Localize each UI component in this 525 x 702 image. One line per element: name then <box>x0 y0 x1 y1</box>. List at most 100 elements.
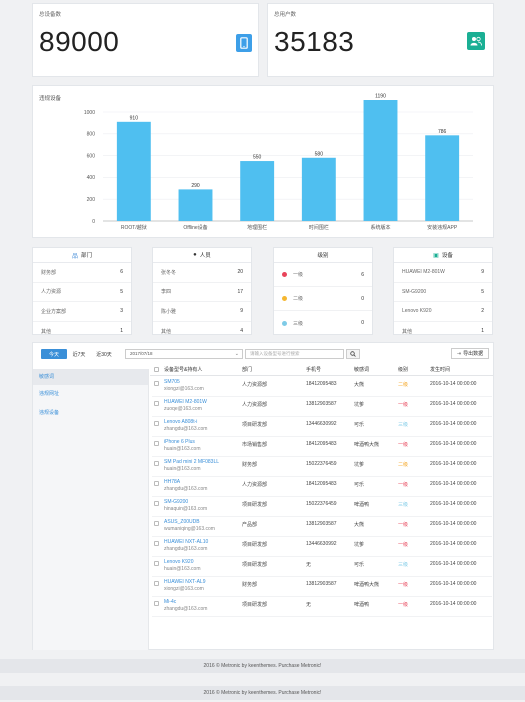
device-model-link[interactable]: HUAWEI NXT-AL9 <box>164 579 206 585</box>
panel-row[interactable]: Lenovo K920 2 <box>394 302 492 322</box>
x-tick-label: 系统版本 <box>370 224 390 231</box>
panel-row-label: 企业方案部 <box>41 308 66 315</box>
panel-row[interactable]: HUAWEI M2-801W 9 <box>394 263 492 283</box>
device-model-link[interactable]: SM-G9200 <box>164 499 188 505</box>
table-row[interactable]: HUAWEI M2-801W zuoqe@163.com 人力资源部 13812903… <box>152 397 492 417</box>
table-row[interactable]: SM Pad mini 2 MF083LL huain@163.com 财务部 150… <box>152 457 492 477</box>
bar-value-label: 580 <box>315 151 324 157</box>
people-panel-title: 人员 <box>199 253 211 259</box>
row-checkbox[interactable] <box>154 401 159 406</box>
panel-row[interactable]: 其他 4 <box>153 322 251 342</box>
table-row[interactable]: SM-G9200 hinaquin@163.com 项目研发部 15022376459… <box>152 497 492 517</box>
row-checkbox[interactable] <box>154 441 159 446</box>
panel-row-text: 企业方案部 <box>41 308 67 315</box>
panel-row[interactable]: 人力资源 5 <box>33 283 131 302</box>
table-header-divider <box>150 375 493 376</box>
device-model-link[interactable]: Mi-4c <box>164 599 176 605</box>
y-tick-label: 1000 <box>84 110 95 116</box>
panel-row[interactable]: 二级 0 <box>274 287 372 311</box>
dept-cell: 项目研发部 <box>242 502 268 508</box>
date-select-value: 2017/07/18 <box>130 351 153 356</box>
row-checkbox[interactable] <box>154 541 159 546</box>
panel-row[interactable]: 一级 6 <box>274 263 372 287</box>
x-tick-label: 时间围栏 <box>309 224 329 231</box>
x-tick-label: 安装违规APP <box>427 224 458 231</box>
tab-7days[interactable]: 近7天 <box>69 349 89 359</box>
select-all-checkbox[interactable] <box>154 367 159 372</box>
row-checkbox[interactable] <box>154 481 159 486</box>
level-cell: 一级 <box>398 522 409 528</box>
table-row[interactable]: HUAWEI NXT-AL9 xiongzi@163.com 财务部 13812903… <box>152 577 492 597</box>
panel-row[interactable]: 张冬冬 20 <box>153 263 251 283</box>
tab-today[interactable]: 今天 <box>41 349 67 359</box>
table-row[interactable]: Lenovo K920 huain@163.com 项目研发部 无 可乐 三级 2016-1… <box>152 557 492 577</box>
panel-row[interactable]: 其他 1 <box>33 322 131 342</box>
footer-secondary: 2016 © Metronic by keenthemes. Purchase … <box>0 686 525 700</box>
row-checkbox[interactable] <box>154 381 159 386</box>
panel-row-text: 一级 <box>293 272 304 278</box>
device-model-link[interactable]: Lenovo K920 <box>164 559 193 565</box>
row-checkbox[interactable] <box>154 581 159 586</box>
total-users-label: 总用户数 <box>274 12 297 18</box>
sensitive-word-cell: 啤酒鸭 <box>354 602 370 608</box>
bar-value-label: 786 <box>438 129 447 135</box>
table-row[interactable]: HUAWEI NXT-AL10 zhangdu@163.com 项目研发部 13446… <box>152 537 492 557</box>
device-model-link[interactable]: HUAWEI NXT-AL10 <box>164 539 208 545</box>
dept-panel: 品 部门 财务部 6 人力资源 5 企业方案部 3 其他 1 <box>32 247 132 335</box>
panel-row[interactable]: 三级 0 <box>274 311 372 335</box>
bar-value-label: 550 <box>253 155 262 161</box>
table-row[interactable]: Lenovo A808t-i zhangdu@163.com 项目研发部 134466… <box>152 417 492 437</box>
bar-value-label: 910 <box>130 115 139 121</box>
sensitive-word-cell: 坑爹 <box>354 462 365 468</box>
row-checkbox[interactable] <box>154 421 159 426</box>
panel-row[interactable]: 财务部 6 <box>33 263 131 283</box>
device-model-link[interactable]: HH78A <box>164 479 180 485</box>
panel-row[interactable]: 李四 17 <box>153 283 251 302</box>
sensitive-word-cell: 啤酒鸭 <box>354 502 370 508</box>
side-nav-violation-devices[interactable]: 违规设备 <box>33 404 148 423</box>
device-model-link[interactable]: Lenovo A808t-i <box>164 419 197 425</box>
level-dot-icon <box>282 320 287 326</box>
side-nav-sensitive-words[interactable]: 敏感词 <box>33 369 148 385</box>
panel-row-text: 二级 <box>293 296 304 302</box>
export-button[interactable]: ⇥ 导出数据 <box>451 348 489 359</box>
device-model-link[interactable]: SM Pad mini 2 MF083LL <box>164 459 219 465</box>
date-select[interactable]: 2017/07/18 ⌄ <box>125 349 243 359</box>
owner-email: huain@163.com <box>164 446 201 452</box>
panel-row-label: 二级 <box>282 295 303 302</box>
device-model-link[interactable]: SM705 <box>164 379 180 385</box>
dept-cell: 项目研发部 <box>242 422 268 428</box>
table-row[interactable]: SM705 xiongzi@163.com 人力资源部 18412095483 大熊 二级… <box>152 377 492 397</box>
phone-cell: 13812903587 <box>306 581 337 587</box>
panel-row[interactable]: SM-G9200 5 <box>394 283 492 302</box>
search-input[interactable]: 请输入设备型号进行搜索 <box>245 349 344 359</box>
row-checkbox[interactable] <box>154 561 159 566</box>
row-checkbox[interactable] <box>154 601 159 606</box>
panel-row-value: 2 <box>481 308 484 315</box>
row-checkbox[interactable] <box>154 461 159 466</box>
table-row[interactable]: ASUS_Z00UDB wumaniqing@163.com 产品部 13812903… <box>152 517 492 537</box>
table-row[interactable]: iPhone 6 Plus huain@163.com 市场销售部 184120954… <box>152 437 492 457</box>
device-model-link[interactable]: HUAWEI M2-801W <box>164 399 207 405</box>
panel-row-label: 其他 <box>161 328 171 335</box>
panel-row[interactable]: 陈小雅 9 <box>153 302 251 322</box>
side-nav-violation-urls[interactable]: 违规网址 <box>33 385 148 404</box>
total-devices-card: 总设备数 89000 <box>32 3 259 77</box>
device-model-link[interactable]: iPhone 6 Plus <box>164 439 195 445</box>
row-checkbox[interactable] <box>154 521 159 526</box>
sensitive-word-cell: 坑爹 <box>354 542 365 548</box>
bar-2 <box>240 161 275 221</box>
row-checkbox[interactable] <box>154 501 159 506</box>
panel-row[interactable]: 企业方案部 3 <box>33 302 131 322</box>
panel-row[interactable]: 其他 1 <box>394 322 492 342</box>
level-cell: 三级 <box>398 562 409 568</box>
device-model-link[interactable]: ASUS_Z00UDB <box>164 519 200 525</box>
phone-cell: 18412095483 <box>306 381 337 387</box>
search-button[interactable] <box>346 349 360 359</box>
time-cell: 2016-10-14 00:00:00 <box>430 461 477 467</box>
table-row[interactable]: Mi-4c zhangdu@163.com 项目研发部 无 啤酒鸭 一级 2016-10-1… <box>152 597 492 617</box>
total-devices-value: 89000 <box>39 26 120 57</box>
table-row[interactable]: HH78A zhangdu@163.com 人力资源部 18412095483 可乐 一级… <box>152 477 492 497</box>
bar-4 <box>363 100 398 221</box>
tab-30days[interactable]: 近30天 <box>91 349 117 359</box>
